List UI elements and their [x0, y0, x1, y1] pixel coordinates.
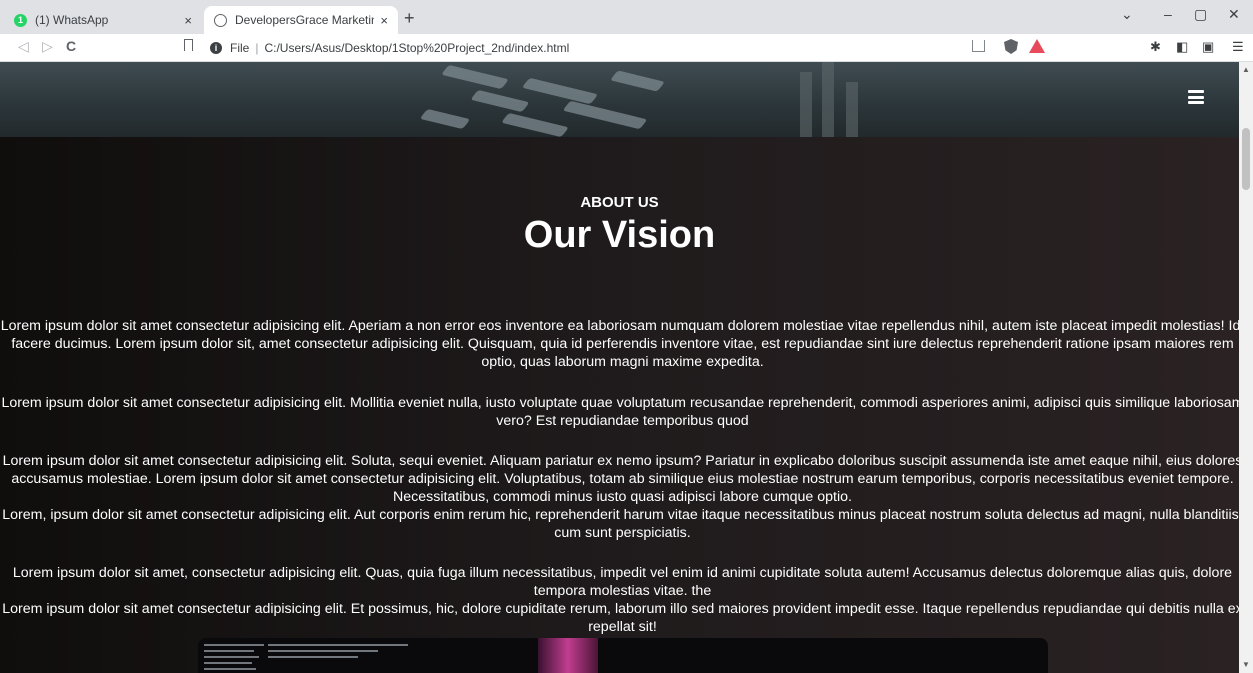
close-window-button[interactable]: ✕ — [1228, 6, 1240, 23]
tab-title: DevelopersGrace Marketing and — [235, 13, 375, 27]
share-icon[interactable] — [972, 40, 985, 52]
tab-title: (1) WhatsApp — [35, 13, 109, 27]
address-separator: | — [255, 41, 259, 55]
url-text[interactable]: C:/Users/Asus/Desktop/1Stop%20Project_2n… — [264, 41, 569, 55]
site-info-icon[interactable]: i — [210, 42, 222, 54]
brave-rewards-icon[interactable] — [1029, 39, 1045, 53]
forward-button[interactable]: ▷ — [42, 38, 53, 55]
vertical-scrollbar[interactable]: ▲ ▼ — [1239, 62, 1253, 673]
browser-tab-strip: 1 (1) WhatsApp × DevelopersGrace Marketi… — [0, 0, 1253, 34]
paragraph-text: Lorem ipsum dolor sit amet consectetur a… — [1, 395, 1239, 429]
close-tab-icon[interactable]: × — [380, 13, 388, 28]
sidebar-icon[interactable]: ◧ — [1176, 39, 1188, 55]
menu-icon[interactable]: ☰ — [1232, 39, 1244, 55]
browser-toolbar: ◁ ▷ C i File | C:/Users/Asus/Desktop/1St… — [0, 34, 1253, 62]
page-viewport: ABOUT US Our Vision Lorem ipsum dolor si… — [0, 62, 1239, 673]
close-tab-icon[interactable]: × — [184, 13, 192, 28]
showcase-image — [198, 638, 1048, 673]
section-title: Our Vision — [523, 214, 716, 256]
paragraph-text: Lorem, ipsum dolor sit amet consectetur … — [2, 507, 1239, 541]
scroll-up-icon[interactable]: ▲ — [1242, 65, 1250, 74]
scheme-label: File — [230, 41, 250, 55]
scrollbar-thumb[interactable] — [1242, 128, 1250, 190]
reload-button[interactable]: C — [66, 38, 76, 54]
extensions-icon[interactable]: ✱ — [1150, 39, 1161, 55]
bookmark-icon[interactable] — [184, 39, 193, 51]
minimize-button[interactable]: – — [1164, 6, 1172, 22]
tab-whatsapp[interactable]: 1 (1) WhatsApp × — [4, 6, 202, 34]
tab-search-icon[interactable]: ⌄ — [1121, 6, 1133, 23]
paragraph-text: Lorem ipsum dolor sit amet, consectetur … — [12, 565, 1233, 599]
section-label: ABOUT US — [580, 194, 659, 211]
hero-banner-image — [0, 62, 1239, 137]
hamburger-menu-icon[interactable] — [1188, 90, 1204, 104]
paragraph: Lorem ipsum dolor sit amet consectetur a… — [0, 317, 1239, 371]
whatsapp-icon: 1 — [14, 13, 27, 27]
paragraph-text: Lorem ipsum dolor sit amet consectetur a… — [2, 601, 1239, 635]
paragraph: Lorem ipsum dolor sit amet, consectetur … — [0, 564, 1239, 636]
paragraph: Lorem ipsum dolor sit amet consectetur a… — [0, 452, 1239, 542]
wallet-icon[interactable]: ▣ — [1202, 39, 1214, 55]
globe-icon — [214, 13, 227, 27]
paragraph-text: Lorem ipsum dolor sit amet consectetur a… — [2, 453, 1239, 505]
maximize-button[interactable]: ▢ — [1194, 6, 1207, 23]
paragraph-text: Lorem ipsum dolor sit amet consectetur a… — [0, 318, 1239, 370]
back-button[interactable]: ◁ — [18, 38, 29, 55]
new-tab-button[interactable]: + — [404, 8, 415, 29]
scroll-down-icon[interactable]: ▼ — [1242, 660, 1250, 669]
tab-developersgrace[interactable]: DevelopersGrace Marketing and × — [204, 6, 398, 34]
address-bar[interactable]: i File | C:/Users/Asus/Desktop/1Stop%20P… — [210, 38, 1040, 58]
paragraph: Lorem ipsum dolor sit amet consectetur a… — [0, 394, 1239, 430]
